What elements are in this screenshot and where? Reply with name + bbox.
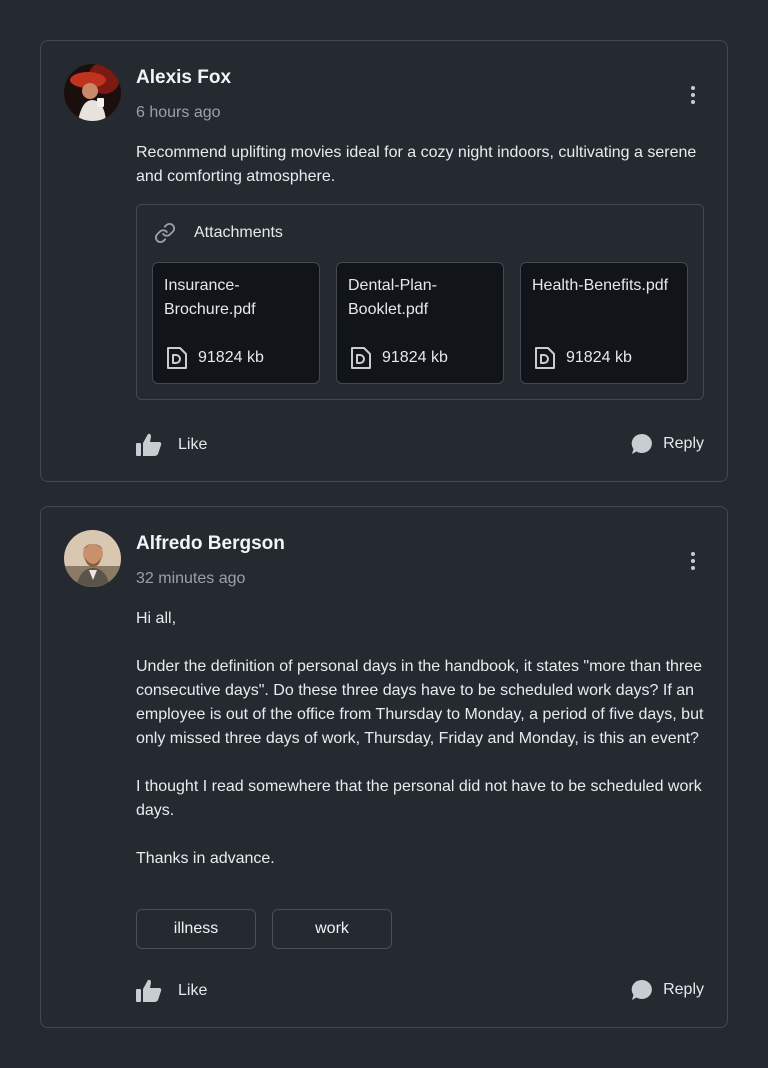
reply-label: Reply [663,435,704,452]
attachments-header: Attachments [154,222,283,244]
thumbs-up-icon [136,979,162,1003]
document-icon [350,346,372,370]
comment-actions: Like Reply [136,433,704,457]
tag-chip[interactable]: work [272,909,392,949]
file-size: 91824 kb [198,349,264,366]
comment-actions: Like Reply [136,979,704,1003]
attachment-file[interactable]: Health-Benefits.pdf 91824 kb [520,262,688,384]
like-button[interactable]: Like [136,979,207,1003]
file-meta: 91824 kb [534,346,632,370]
tag-list: illness work [136,909,392,949]
comment-card: Alfredo Bergson 32 minutes ago Hi all, U… [40,506,728,1028]
comment-paragraph: Recommend uplifting movies ideal for a c… [136,144,697,185]
reply-label: Reply [663,981,704,998]
like-button[interactable]: Like [136,433,207,457]
thumbs-up-icon [136,433,162,457]
avatar-photo-icon [64,64,121,121]
like-label: Like [178,436,208,453]
attachment-file[interactable]: Insurance-Brochure.pdf 91824 kb [152,262,320,384]
speech-bubble-icon [631,979,653,1001]
kebab-menu-icon[interactable] [689,85,697,105]
author-avatar[interactable] [64,530,121,587]
author-name[interactable]: Alfredo Bergson [136,533,285,555]
comment-paragraph: I thought I read somewhere that the pers… [136,778,702,819]
comment-paragraph: Under the definition of personal days in… [136,658,704,747]
comment-body: Hi all, Under the definition of personal… [136,607,706,871]
speech-bubble-icon [631,433,653,455]
link-icon [154,222,176,244]
file-name: Health-Benefits.pdf [532,277,669,294]
document-icon [166,346,188,370]
file-meta: 91824 kb [350,346,448,370]
tag-chip[interactable]: illness [136,909,256,949]
comment-card: Alexis Fox 6 hours ago Recommend uplifti… [40,40,728,482]
avatar-photo-icon [64,530,121,587]
file-size: 91824 kb [382,349,448,366]
comment-timestamp: 6 hours ago [136,104,221,121]
reply-button[interactable]: Reply [631,433,704,455]
like-label: Like [178,982,208,999]
reply-button[interactable]: Reply [631,979,704,1001]
attachments-panel: Attachments Insurance-Brochure.pdf 91824… [136,204,704,400]
comment-body: Recommend uplifting movies ideal for a c… [136,141,706,189]
file-size: 91824 kb [566,349,632,366]
file-meta: 91824 kb [166,346,264,370]
file-name: Dental-Plan-Booklet.pdf [348,277,437,318]
comment-paragraph: Hi all, [136,610,177,627]
document-icon [534,346,556,370]
author-name[interactable]: Alexis Fox [136,67,231,89]
kebab-menu-icon[interactable] [689,551,697,571]
attachments-label: Attachments [194,224,283,241]
file-name: Insurance-Brochure.pdf [164,277,256,318]
comment-paragraph: Thanks in advance. [136,850,275,867]
comment-feed: Alexis Fox 6 hours ago Recommend uplifti… [40,40,728,1028]
author-avatar[interactable] [64,64,121,121]
comment-timestamp: 32 minutes ago [136,570,246,587]
attachment-file[interactable]: Dental-Plan-Booklet.pdf 91824 kb [336,262,504,384]
